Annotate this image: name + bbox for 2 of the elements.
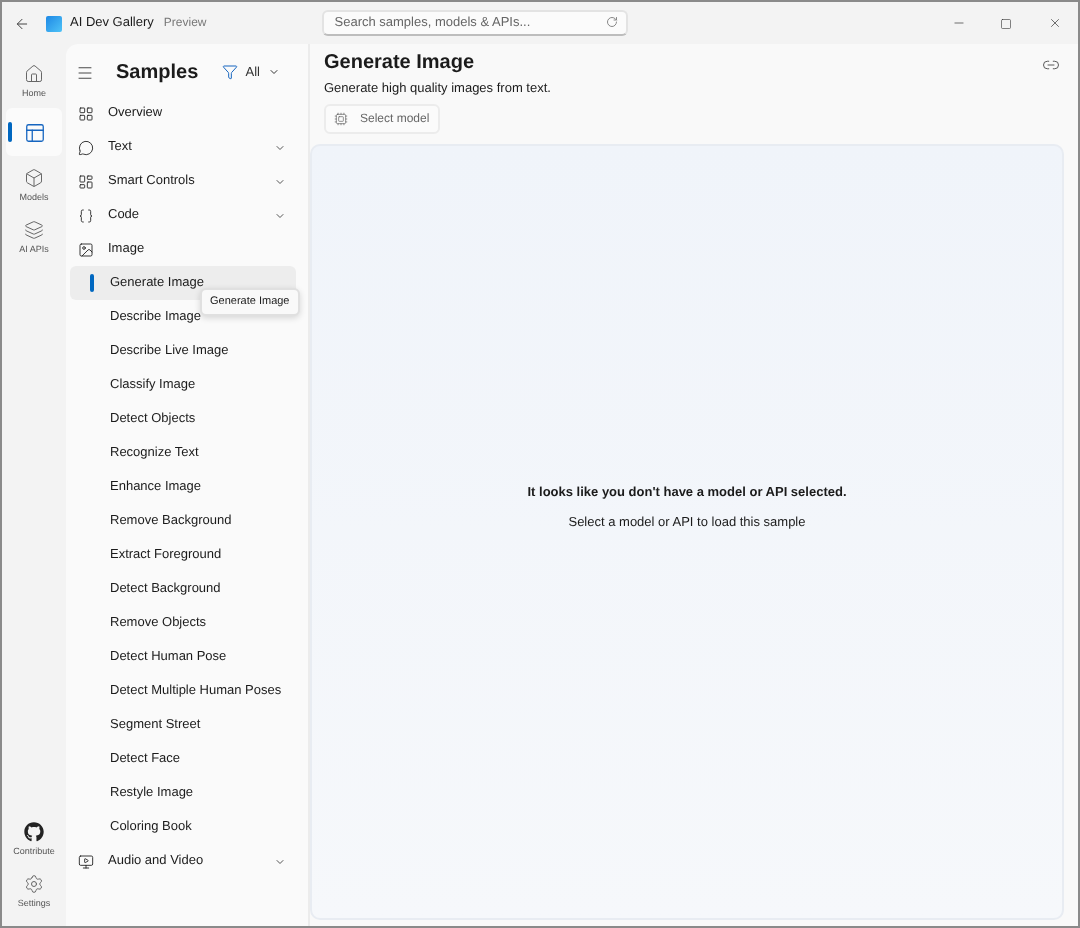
sidebar-title: Samples: [116, 61, 199, 83]
page-title: Generate Image: [324, 52, 475, 74]
